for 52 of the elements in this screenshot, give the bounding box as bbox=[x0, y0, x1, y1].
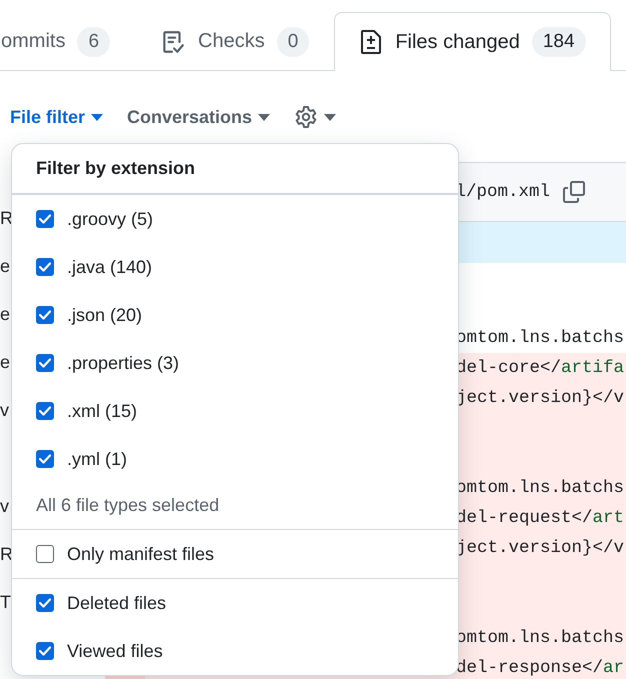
checkbox-item[interactable]: .java (140) bbox=[12, 243, 152, 291]
count-badge: 184 bbox=[532, 27, 586, 57]
file-diff-icon bbox=[359, 29, 384, 55]
checkbox[interactable] bbox=[36, 354, 54, 372]
checkbox-item[interactable]: .xml (15) bbox=[12, 387, 138, 435]
settings-icon bbox=[294, 105, 318, 129]
conversations-button[interactable]: Conversations bbox=[127, 106, 270, 128]
checkbox-item[interactable]: .json (20) bbox=[12, 291, 142, 339]
code-line: ject.version}</v bbox=[456, 387, 624, 410]
code-line: del-request</art bbox=[456, 507, 624, 530]
tab[interactable]: ommits 6 bbox=[0, 12, 136, 70]
file-tree-item[interactable]: v bbox=[0, 495, 9, 543]
code-line: omtom.lns.batchs bbox=[456, 327, 624, 350]
code-line: omtom.lns.batchs bbox=[456, 477, 624, 500]
file-filter-button[interactable]: File filter bbox=[10, 106, 104, 128]
menu-title: Filter by extension bbox=[12, 144, 458, 194]
tab[interactable]: Files changed 184 bbox=[334, 12, 611, 71]
checkbox[interactable] bbox=[36, 545, 54, 563]
file-tree-item[interactable]: v bbox=[0, 399, 9, 447]
selection-summary: All 6 file types selected bbox=[35, 494, 220, 517]
file-tree-item[interactable]: e bbox=[0, 255, 10, 303]
checkbox-item[interactable]: .groovy (5) bbox=[12, 195, 154, 243]
code-line: ject.version}</v bbox=[456, 537, 624, 560]
checkbox[interactable] bbox=[36, 450, 54, 468]
checkbox-item[interactable]: .properties (3) bbox=[12, 339, 180, 387]
file-tree-item[interactable]: R bbox=[0, 543, 13, 591]
checkbox-item[interactable]: .yml (1) bbox=[12, 435, 127, 483]
code-line: del-core</artifa bbox=[456, 357, 624, 380]
count-badge: 6 bbox=[77, 26, 110, 56]
checkbox-item[interactable]: Only manifest files bbox=[12, 530, 214, 578]
settings-button[interactable] bbox=[294, 105, 336, 129]
file-tree-item[interactable]: e bbox=[0, 351, 10, 399]
count-badge: 0 bbox=[276, 26, 310, 56]
checkbox[interactable] bbox=[36, 402, 54, 420]
caret-icon bbox=[258, 114, 270, 120]
checkbox[interactable] bbox=[36, 642, 54, 660]
caret-icon bbox=[91, 114, 104, 120]
checkbox-item[interactable]: Deleted files bbox=[12, 579, 166, 627]
file-tree-item[interactable]: e bbox=[0, 303, 10, 351]
checkbox[interactable] bbox=[36, 306, 54, 324]
file-path: l/pom.xml bbox=[455, 182, 550, 202]
checkbox[interactable] bbox=[36, 258, 54, 276]
file-tree-item[interactable]: R bbox=[0, 207, 13, 255]
copy-icon[interactable] bbox=[562, 180, 586, 204]
checkbox[interactable] bbox=[36, 210, 54, 228]
checkbox-item[interactable]: Viewed files bbox=[12, 627, 163, 675]
checkbox[interactable] bbox=[36, 594, 54, 612]
tab[interactable]: Checks 0 bbox=[135, 12, 334, 70]
caret-icon bbox=[324, 114, 336, 120]
code-line: omtom.lns.batchs bbox=[456, 627, 624, 650]
file-tree-item[interactable]: T bbox=[0, 591, 11, 639]
code-line: del-response</ar bbox=[456, 657, 624, 679]
